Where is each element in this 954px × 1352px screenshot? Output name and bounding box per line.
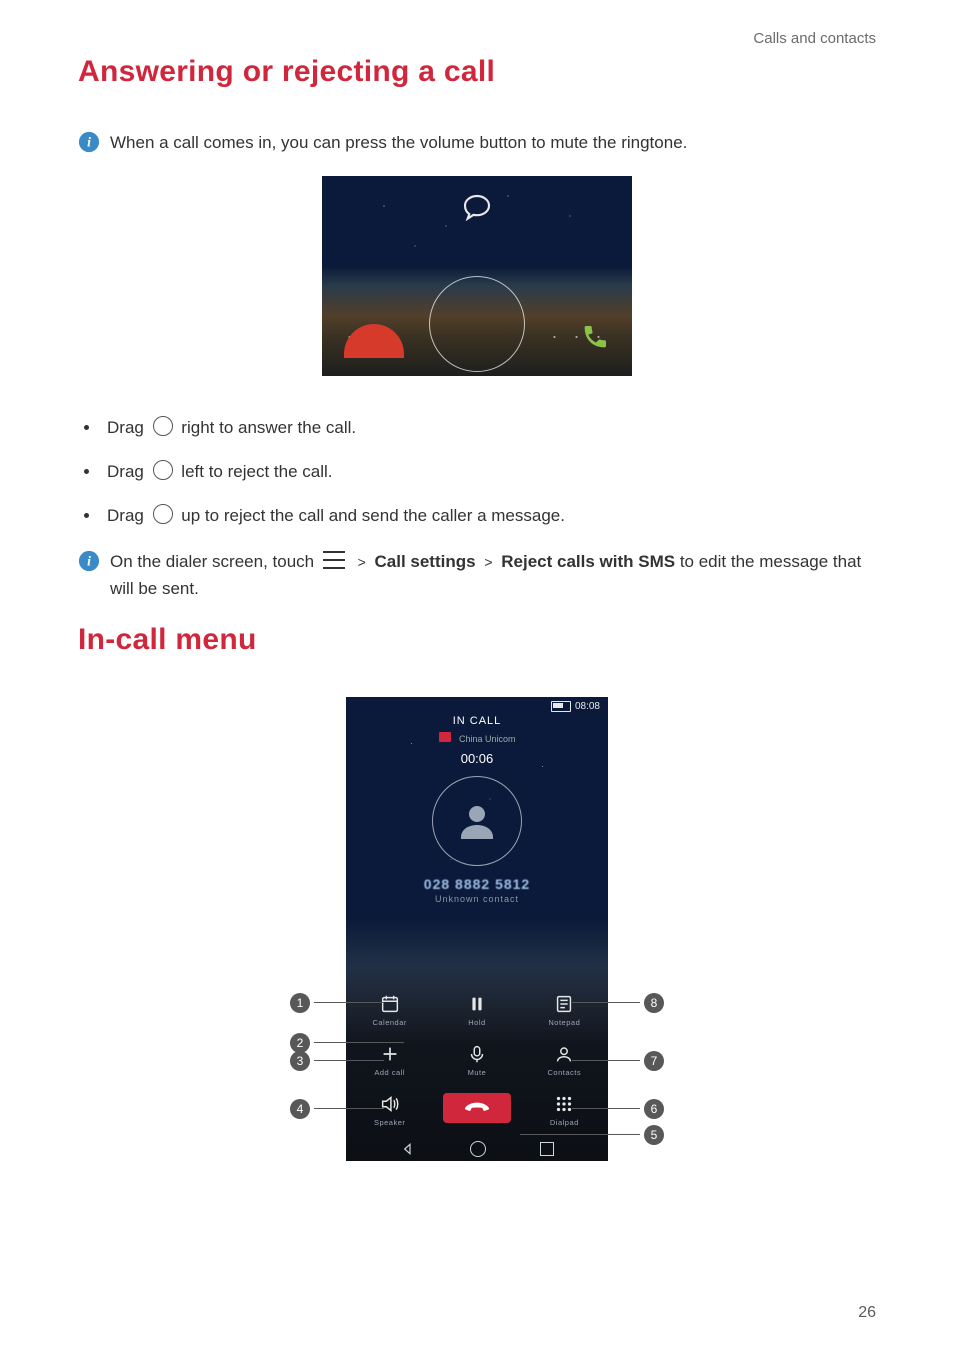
info-note-1: i When a call comes in, you can press th… bbox=[78, 129, 876, 156]
callout-5: 5 bbox=[520, 1125, 664, 1145]
reject-icon bbox=[344, 324, 404, 358]
circle-icon bbox=[153, 460, 173, 480]
page-number: 26 bbox=[858, 1304, 876, 1322]
answer-icon bbox=[580, 322, 610, 352]
message-icon bbox=[461, 192, 493, 224]
info-icon: i bbox=[78, 550, 100, 572]
info-text: When a call comes in, you can press the … bbox=[110, 129, 687, 156]
carrier-name: China Unicom bbox=[459, 734, 516, 744]
back-icon[interactable] bbox=[400, 1141, 416, 1157]
heading-answering-rejecting: Answering or rejecting a call bbox=[78, 55, 876, 89]
avatar bbox=[432, 776, 522, 866]
end-call-button[interactable] bbox=[433, 1093, 520, 1127]
callout-7: 7 bbox=[572, 1051, 664, 1071]
status-time: 08:08 bbox=[575, 701, 600, 712]
sim-chip-icon bbox=[439, 732, 451, 742]
phone-number: 028 8882 5812 bbox=[346, 876, 608, 892]
battery-icon bbox=[551, 701, 571, 712]
callout-1: 1 bbox=[290, 993, 384, 1013]
contact-type: Unknown contact bbox=[346, 894, 608, 904]
status-bar: 08:08 bbox=[551, 701, 600, 712]
svg-text:i: i bbox=[87, 554, 91, 569]
mute-button[interactable]: Mute bbox=[433, 1043, 520, 1077]
drag-handle-circle bbox=[429, 276, 525, 372]
end-call-icon bbox=[443, 1093, 511, 1123]
circle-icon bbox=[153, 504, 173, 524]
running-header: Calls and contacts bbox=[78, 30, 876, 47]
home-icon[interactable] bbox=[470, 1141, 486, 1157]
hold-button[interactable]: Hold bbox=[433, 993, 520, 1027]
sim-row: China Unicom bbox=[346, 729, 608, 747]
callout-6: 6 bbox=[572, 1099, 664, 1119]
list-item: Drag left to reject the call. bbox=[84, 460, 876, 482]
info-note-2: i On the dialer screen, touch > Call set… bbox=[78, 548, 876, 602]
svg-text:i: i bbox=[87, 135, 91, 150]
instruction-list: Drag right to answer the call. Drag left… bbox=[78, 416, 876, 526]
figure-incoming-call: . . .. . . bbox=[322, 176, 632, 376]
figure-in-call-menu: 08:08 IN CALL China Unicom 00:06 028 888… bbox=[267, 697, 687, 1161]
callout-4: 4 bbox=[290, 1099, 384, 1119]
callout-2: 2 bbox=[290, 1033, 404, 1053]
menu-icon bbox=[323, 551, 345, 569]
callout-8: 8 bbox=[572, 993, 664, 1013]
info-icon: i bbox=[78, 131, 100, 153]
call-duration: 00:06 bbox=[346, 751, 608, 766]
heading-in-call-menu: In-call menu bbox=[78, 623, 876, 657]
callout-3: 3 bbox=[290, 1051, 384, 1071]
bullet-dot bbox=[84, 513, 89, 518]
list-item: Drag up to reject the call and send the … bbox=[84, 504, 876, 526]
info-text: On the dialer screen, touch > Call setti… bbox=[110, 548, 876, 602]
phone-screenshot: 08:08 IN CALL China Unicom 00:06 028 888… bbox=[346, 697, 608, 1161]
bullet-dot bbox=[84, 469, 89, 474]
list-item: Drag right to answer the call. bbox=[84, 416, 876, 438]
bullet-dot bbox=[84, 425, 89, 430]
circle-icon bbox=[153, 416, 173, 436]
